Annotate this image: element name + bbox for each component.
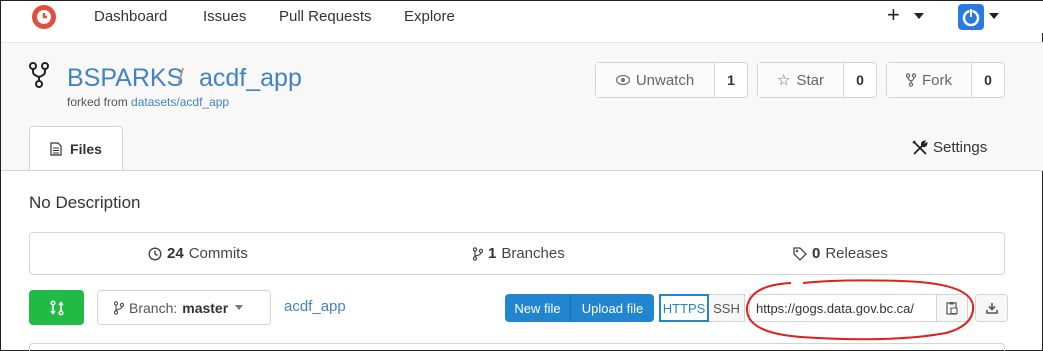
- repo-fork-icon: [29, 62, 49, 88]
- repo-owner-link[interactable]: BSPARKS: [67, 64, 183, 93]
- branch-prefix: Branch:: [129, 299, 178, 316]
- unwatch-label: Unwatch: [635, 71, 695, 89]
- create-caret-icon[interactable]: [914, 13, 924, 19]
- compare-pull-button[interactable]: [29, 290, 84, 325]
- new-file-button[interactable]: New file: [505, 294, 571, 322]
- commits-label: Commits: [188, 245, 248, 262]
- top-navbar: Dashboard Issues Pull Requests Explore +: [1, 1, 1043, 33]
- tab-files-label: Files: [70, 141, 102, 157]
- star-button[interactable]: ☆ Star: [758, 63, 844, 97]
- tab-settings-label: Settings: [933, 139, 988, 156]
- tab-divider: [1, 170, 1043, 171]
- fork-button[interactable]: Fork: [887, 63, 972, 97]
- releases-label: Releases: [825, 245, 888, 262]
- nav-dashboard[interactable]: Dashboard: [94, 8, 167, 25]
- power-icon: [962, 8, 980, 27]
- tools-icon: [912, 139, 928, 155]
- dropdown-caret-icon: [235, 305, 244, 310]
- history-icon: [148, 246, 162, 261]
- fork-count[interactable]: 0: [972, 63, 1004, 97]
- branch-icon: [473, 246, 483, 261]
- repo-name-link[interactable]: acdf_app: [199, 64, 302, 93]
- create-plus-icon[interactable]: +: [887, 3, 900, 27]
- branches-stat[interactable]: 1 Branches: [473, 245, 565, 262]
- watch-button-group: Unwatch 1: [595, 62, 748, 98]
- compare-icon: [49, 299, 64, 316]
- nav-explore[interactable]: Explore: [404, 8, 455, 25]
- ssh-toggle[interactable]: SSH: [709, 294, 745, 322]
- star-count[interactable]: 0: [844, 63, 876, 97]
- star-icon: ☆: [777, 72, 791, 89]
- branches-label: Branches: [501, 245, 565, 262]
- file-text-icon: [50, 142, 62, 156]
- tab-settings[interactable]: Settings: [912, 139, 987, 156]
- tag-icon: [793, 246, 807, 261]
- branches-count: 1: [488, 245, 497, 262]
- avatar[interactable]: [958, 4, 984, 30]
- forked-from-label: forked from: [67, 95, 128, 109]
- star-label: Star: [796, 71, 824, 89]
- forked-from-link[interactable]: datasets/acdf_app: [131, 95, 229, 109]
- tab-files[interactable]: Files: [29, 126, 123, 171]
- commits-count: 24: [167, 245, 184, 262]
- star-button-group: ☆ Star 0: [757, 62, 877, 98]
- forked-from: forked from datasets/acdf_app: [67, 95, 229, 109]
- commits-stat[interactable]: 24 Commits: [148, 245, 248, 262]
- releases-count: 0: [812, 245, 821, 262]
- repo-stats-bar: 24 Commits 1 Branches 0 Releases: [29, 232, 1005, 275]
- nav-issues[interactable]: Issues: [203, 8, 246, 25]
- fork-label: Fork: [922, 71, 952, 89]
- gogs-logo-icon[interactable]: [31, 4, 57, 30]
- branch-name: master: [182, 299, 229, 316]
- fork-icon: [906, 73, 916, 87]
- repo-description: No Description: [29, 193, 141, 212]
- watch-count[interactable]: 1: [715, 63, 747, 97]
- download-button[interactable]: [975, 294, 1008, 322]
- upload-file-button[interactable]: Upload file: [571, 294, 654, 322]
- branch-icon: [114, 300, 124, 315]
- branch-dropdown[interactable]: Branch: master: [97, 290, 271, 325]
- clone-url-field[interactable]: https://gogs.data.gov.bc.ca/: [749, 294, 937, 322]
- breadcrumb[interactable]: acdf_app: [284, 298, 346, 315]
- clipboard-icon: [946, 302, 958, 315]
- releases-stat[interactable]: 0 Releases: [793, 245, 888, 262]
- nav-pull-requests[interactable]: Pull Requests: [279, 8, 372, 25]
- repo-separator: /: [177, 64, 184, 92]
- avatar-caret-icon[interactable]: [989, 13, 999, 19]
- fork-button-group: Fork 0: [886, 62, 1005, 98]
- unwatch-button[interactable]: Unwatch: [596, 63, 715, 97]
- eye-icon: [615, 75, 630, 85]
- download-icon: [985, 303, 998, 314]
- https-toggle[interactable]: HTTPS: [659, 294, 709, 322]
- file-table-top: [29, 343, 1005, 351]
- copy-url-button[interactable]: [937, 294, 968, 322]
